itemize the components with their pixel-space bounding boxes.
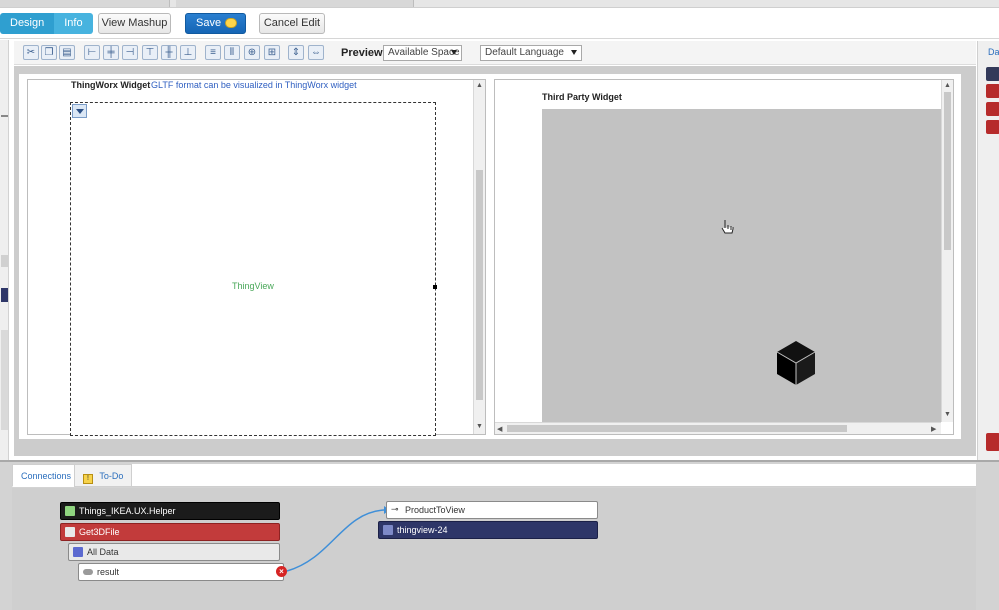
main-toolbar: Design Info View Mashup Save Cancel Edit bbox=[0, 9, 999, 39]
view-mashup-button[interactable]: View Mashup bbox=[98, 13, 171, 34]
save-button-label: Save bbox=[196, 17, 222, 29]
scrollbar-thumb[interactable] bbox=[944, 92, 951, 250]
target-widget-label: thingview-24 bbox=[397, 525, 448, 535]
language-select-value: Default Language bbox=[485, 47, 564, 58]
align-right-icon[interactable]: ⊣ bbox=[122, 45, 138, 60]
paste-icon[interactable]: ▤ bbox=[59, 45, 75, 60]
center-icon[interactable]: ⊕ bbox=[244, 45, 260, 60]
left-gutter bbox=[0, 40, 9, 460]
design-tab-button[interactable]: Design bbox=[0, 13, 55, 34]
scroll-down-icon[interactable]: ▼ bbox=[476, 423, 483, 430]
gutter-marker-selected[interactable] bbox=[1, 288, 8, 302]
target-widget-node[interactable]: thingview-24 bbox=[378, 521, 598, 539]
distribute-v-icon[interactable]: ⦀ bbox=[224, 45, 240, 60]
sidebar-indicator[interactable] bbox=[986, 433, 999, 451]
data-tab[interactable]: Da bbox=[988, 47, 999, 57]
tab-connections[interactable]: Connections bbox=[12, 464, 81, 487]
language-select[interactable]: Default Language bbox=[480, 45, 582, 61]
collapse-icon[interactable] bbox=[986, 67, 999, 81]
save-button[interactable]: Save bbox=[185, 13, 246, 34]
panel-subtitle: GLTF format can be visualized in ThingWo… bbox=[151, 80, 357, 90]
align-left-icon[interactable]: ⊢ bbox=[84, 45, 100, 60]
thingworx-widget-panel[interactable]: ThingWorx Widget GLTF format can be visu… bbox=[27, 79, 486, 436]
tab-to-do-label: To-Do bbox=[99, 471, 124, 481]
thingview-label: ThingView bbox=[232, 281, 274, 291]
gutter-marker[interactable] bbox=[1, 255, 8, 267]
remove-binding-icon[interactable]: × bbox=[276, 566, 287, 577]
tab-connections-label: Connections bbox=[21, 471, 72, 481]
third-party-viewer[interactable] bbox=[542, 109, 941, 422]
expand-icon[interactable] bbox=[986, 102, 999, 116]
all-data-node[interactable]: All Data bbox=[68, 543, 280, 561]
info-tab-button[interactable]: Info bbox=[54, 13, 93, 34]
thing-node-label: Things_IKEA.UX.Helper bbox=[79, 506, 176, 516]
comment-icon bbox=[225, 18, 237, 28]
property-icon: ⊸ bbox=[391, 504, 399, 514]
bottom-tabs: Connections ! To-Do bbox=[12, 464, 976, 487]
top-tab[interactable] bbox=[0, 0, 170, 7]
widget-icon bbox=[383, 525, 393, 535]
result-node-label: result bbox=[97, 567, 120, 577]
target-property-node[interactable]: ⊸ ProductToView bbox=[386, 501, 598, 519]
resize-handle[interactable] bbox=[433, 285, 437, 289]
top-tab-strip bbox=[0, 0, 999, 8]
top-tab[interactable] bbox=[176, 0, 414, 7]
gutter-scrollbar[interactable] bbox=[1, 330, 8, 430]
todo-icon: ! bbox=[83, 474, 93, 484]
chevron-down-icon bbox=[571, 50, 577, 55]
service-icon bbox=[65, 527, 75, 537]
align-bottom-icon[interactable]: ⊥ bbox=[180, 45, 196, 60]
thingview-widget[interactable] bbox=[70, 102, 437, 436]
target-property-label: ProductToView bbox=[405, 505, 465, 515]
distribute-h-icon[interactable]: ≡ bbox=[205, 45, 221, 60]
tab-to-do[interactable]: ! To-Do bbox=[74, 464, 133, 487]
scroll-down-icon[interactable]: ▼ bbox=[944, 411, 951, 418]
cut-icon[interactable]: ✂ bbox=[23, 45, 39, 60]
third-party-widget-panel[interactable]: Third Party Widget ▲ ▼ ◀ ▶ bbox=[494, 79, 954, 435]
layout-toolbar: ✂ ❐ ▤ ⊢ ╪ ⊣ ⊤ ╫ ⊥ ≡ ⦀ ⊕ ⊞ ⇕ ⇔ Preview Av… bbox=[14, 41, 976, 65]
gutter-marker[interactable] bbox=[1, 115, 8, 123]
connections-area: Things_IKEA.UX.Helper Get3DFile All Data… bbox=[12, 488, 976, 610]
panel-title: ThingWorx Widget bbox=[71, 80, 151, 90]
space-select[interactable]: Available Space bbox=[383, 45, 462, 61]
widget-dropdown-icon[interactable] bbox=[72, 104, 87, 118]
vertical-scrollbar[interactable]: ▲ ▼ bbox=[941, 80, 953, 422]
horizontal-scrollbar[interactable]: ◀ ▶ bbox=[495, 422, 941, 434]
same-width-icon[interactable]: ⇔ bbox=[308, 45, 324, 60]
service-node[interactable]: Get3DFile bbox=[60, 523, 280, 541]
grid-icon[interactable]: ⊞ bbox=[264, 45, 280, 60]
panel-title: Third Party Widget bbox=[542, 92, 622, 102]
cube-icon bbox=[776, 341, 816, 385]
expand-icon[interactable] bbox=[986, 84, 999, 98]
expand-icon[interactable] bbox=[986, 120, 999, 134]
cancel-edit-button[interactable]: Cancel Edit bbox=[259, 13, 325, 34]
result-node[interactable]: result bbox=[78, 563, 284, 581]
scrollbar-thumb[interactable] bbox=[476, 170, 483, 400]
chevron-down-icon bbox=[451, 50, 457, 55]
link-icon bbox=[83, 569, 93, 575]
all-data-node-label: All Data bbox=[87, 547, 119, 557]
align-middle-icon[interactable]: ╫ bbox=[161, 45, 177, 60]
space-select-value: Available Space bbox=[388, 47, 460, 58]
hand-cursor-icon bbox=[721, 220, 734, 234]
copy-icon[interactable]: ❐ bbox=[41, 45, 57, 60]
scroll-left-icon[interactable]: ◀ bbox=[497, 425, 502, 433]
thing-node[interactable]: Things_IKEA.UX.Helper bbox=[60, 502, 280, 520]
thing-icon bbox=[65, 506, 75, 516]
scroll-up-icon[interactable]: ▲ bbox=[944, 82, 951, 89]
align-top-icon[interactable]: ⊤ bbox=[142, 45, 158, 60]
align-center-icon[interactable]: ╪ bbox=[103, 45, 119, 60]
scroll-right-icon[interactable]: ▶ bbox=[931, 425, 936, 433]
right-sidebar: Da bbox=[977, 41, 999, 461]
preview-label: Preview bbox=[341, 47, 383, 59]
scrollbar-thumb[interactable] bbox=[507, 425, 847, 432]
scroll-up-icon[interactable]: ▲ bbox=[476, 82, 483, 89]
same-height-icon[interactable]: ⇕ bbox=[288, 45, 304, 60]
service-node-label: Get3DFile bbox=[79, 527, 120, 537]
bottom-panel: Connections ! To-Do Things_IKEA.UX.Helpe… bbox=[0, 460, 999, 610]
table-icon bbox=[73, 547, 83, 557]
design-info-toggle: Design Info bbox=[0, 13, 93, 34]
vertical-scrollbar[interactable]: ▲ ▼ bbox=[473, 80, 485, 434]
mashup-canvas: ThingWorx Widget GLTF format can be visu… bbox=[14, 66, 976, 456]
